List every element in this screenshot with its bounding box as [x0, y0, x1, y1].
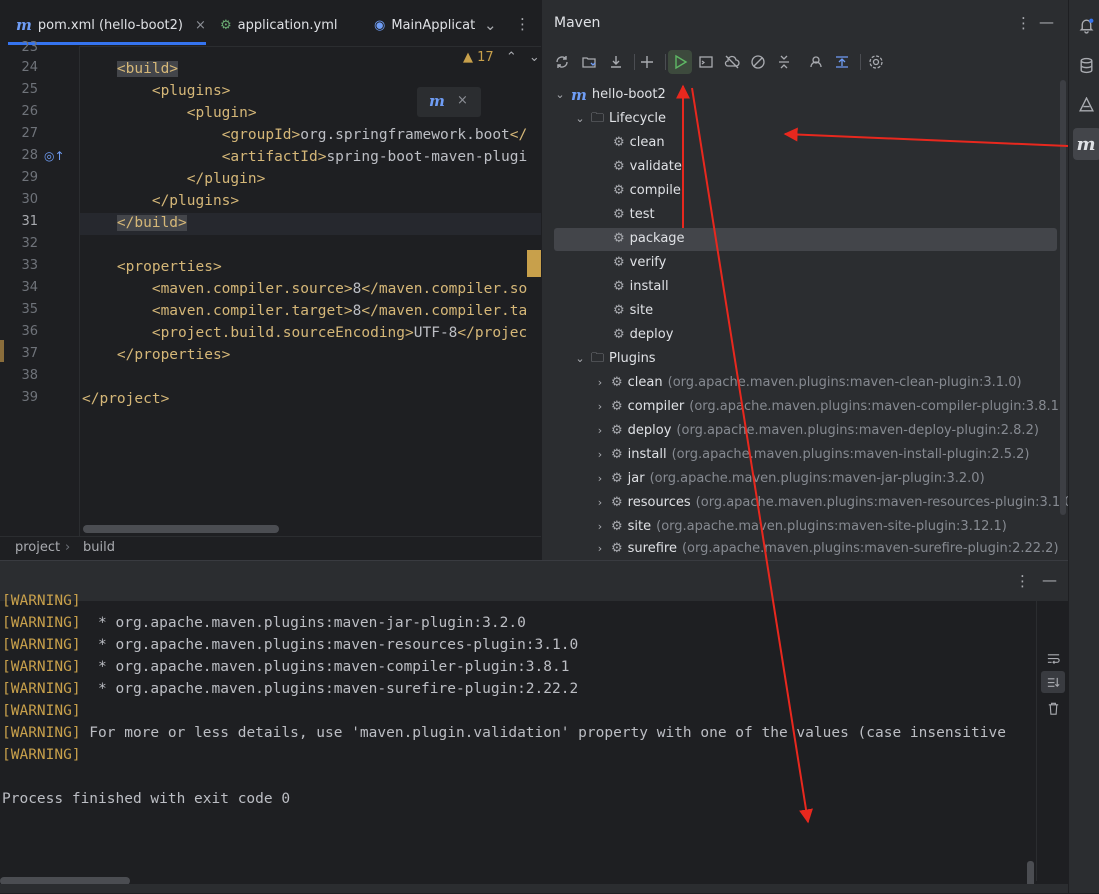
arrow-run-to-console [691, 87, 813, 824]
annotation-arrows [676, 84, 1069, 824]
arrow-maven-to-lifecycle [783, 127, 1069, 147]
